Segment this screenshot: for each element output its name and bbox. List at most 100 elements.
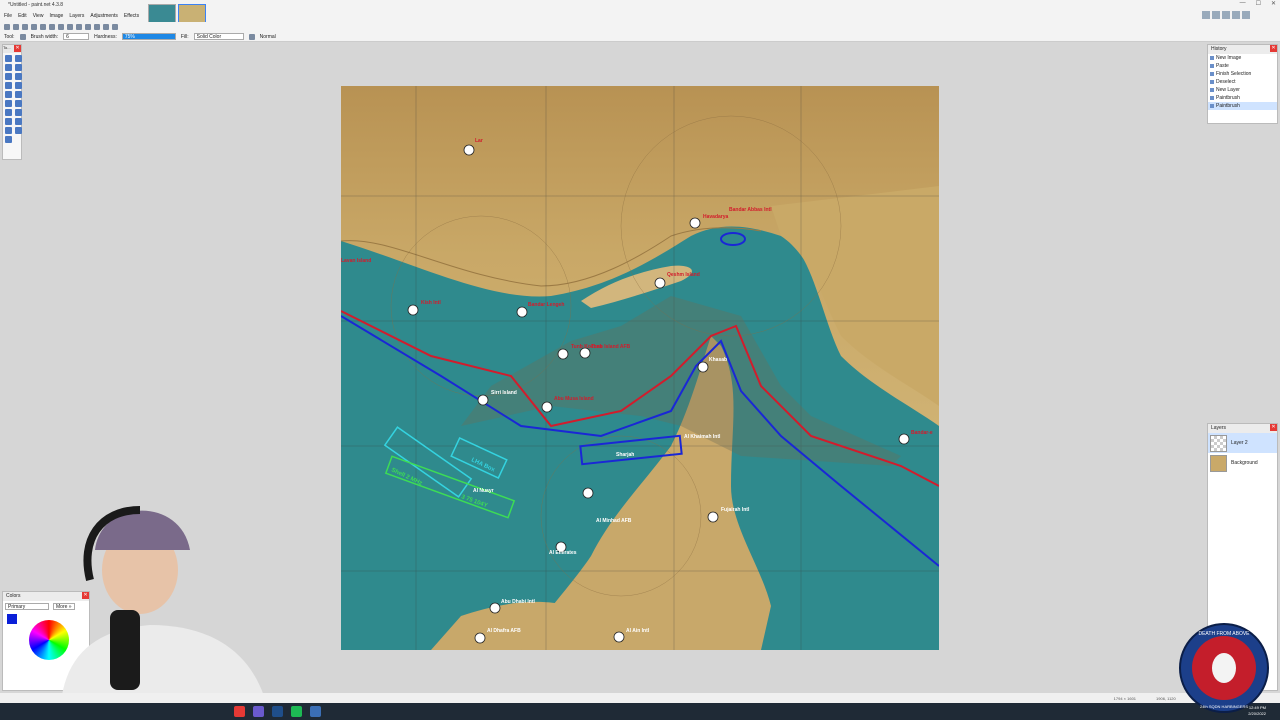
rect-select-icon[interactable] <box>5 55 12 62</box>
undo-icon[interactable] <box>85 24 91 30</box>
redo-icon[interactable] <box>94 24 100 30</box>
map-label: Al Khaimah Intl <box>684 434 721 440</box>
squadron-logo: DEATH FROM ABOVE 24th SQDN HARBINGERS <box>1178 622 1270 714</box>
layer-row[interactable]: Layer 2 <box>1208 433 1277 453</box>
menu-file[interactable]: File <box>4 13 12 19</box>
history-item[interactable]: Paste <box>1208 62 1277 70</box>
blend-mode-dropdown[interactable]: Normal <box>260 34 276 40</box>
close-button[interactable]: ✕ <box>1271 0 1276 7</box>
settings-icon[interactable] <box>1242 11 1250 19</box>
map-label: Lavan Island <box>341 258 371 264</box>
history-item[interactable]: Finish Selection <box>1208 70 1277 78</box>
history-item[interactable]: New Layer <box>1208 86 1277 94</box>
map-label: Al Nuayr <box>473 488 494 494</box>
paintnet-icon[interactable] <box>310 706 321 717</box>
antialias-icon[interactable] <box>248 33 255 40</box>
app-icon[interactable] <box>253 706 264 717</box>
map-label: Havadarya <box>703 214 729 220</box>
map-label: Bandar Abbas Intl <box>729 207 772 213</box>
map-label: Khasab <box>709 357 727 363</box>
app-icon[interactable] <box>272 706 283 717</box>
lasso-icon[interactable] <box>5 64 12 71</box>
layer-thumbnail <box>1210 434 1227 452</box>
history-item[interactable]: New Image <box>1208 54 1277 62</box>
menu-adjustments[interactable]: Adjustments <box>90 13 118 19</box>
close-icon[interactable]: ✕ <box>1270 424 1277 431</box>
hardness-slider[interactable]: 75% <box>121 33 176 40</box>
gradient-icon[interactable] <box>15 91 22 98</box>
map-label: Tunb Island AFB <box>591 344 631 350</box>
history-item[interactable]: Paintbrush <box>1208 102 1277 110</box>
window-title: *Untitled - paint.net 4.3.8 <box>8 2 64 8</box>
selection-size: 1906, 1120 <box>1156 695 1176 701</box>
layers-header: Layers ✕ <box>1208 424 1277 433</box>
menu-effects[interactable]: Effects <box>124 13 139 19</box>
magic-wand-icon[interactable] <box>5 82 12 89</box>
shapes-icon[interactable] <box>5 136 12 143</box>
line-icon[interactable] <box>15 127 22 134</box>
colors-toggle-icon[interactable] <box>1232 11 1240 19</box>
fill-dropdown[interactable]: Solid Color <box>193 33 244 40</box>
map-label: Al Minhad AFB <box>596 518 632 524</box>
map-label: Abu Musa Island <box>554 396 594 402</box>
text-icon[interactable] <box>5 127 12 134</box>
menu-layers[interactable]: Layers <box>69 13 84 19</box>
close-icon[interactable]: ✕ <box>14 45 21 52</box>
pencil-icon[interactable] <box>5 109 12 116</box>
map-image: Lar Bandar Abbas Intl Havadarya Lavan Is… <box>341 86 939 650</box>
open-icon[interactable] <box>13 24 19 30</box>
minimize-button[interactable]: — <box>1240 0 1246 7</box>
clone-icon[interactable] <box>5 118 12 125</box>
layers-title: Layers <box>1211 425 1227 431</box>
deselect-icon[interactable] <box>76 24 82 30</box>
move-icon[interactable] <box>15 55 22 62</box>
brush-width-field[interactable]: 6 <box>63 33 90 40</box>
history-toggle-icon[interactable] <box>1212 11 1220 19</box>
menu-edit[interactable]: Edit <box>18 13 27 19</box>
bucket-icon[interactable] <box>5 91 12 98</box>
map-label: Bandar-e <box>911 430 933 436</box>
menu-view[interactable]: View <box>33 13 44 19</box>
ruler-icon[interactable] <box>112 24 118 30</box>
tools-panel-title: To... <box>3 45 11 50</box>
history-title: History <box>1211 46 1227 52</box>
save-icon[interactable] <box>22 24 28 30</box>
new-icon[interactable] <box>4 24 10 30</box>
cut-icon[interactable] <box>40 24 46 30</box>
map-label: Fujairah Intl <box>721 507 750 513</box>
grid-icon[interactable] <box>103 24 109 30</box>
history-item[interactable]: Paintbrush <box>1208 94 1277 102</box>
recolor-icon[interactable] <box>15 118 22 125</box>
layer-name: Background <box>1231 460 1258 466</box>
history-item[interactable]: Deselect <box>1208 78 1277 86</box>
copy-icon[interactable] <box>49 24 55 30</box>
zoom-icon[interactable] <box>15 73 22 80</box>
move-selection-icon[interactable] <box>15 64 22 71</box>
map-label: Kish Intl <box>421 300 441 306</box>
print-icon[interactable] <box>31 24 37 30</box>
menu-image[interactable]: Image <box>49 13 63 19</box>
ellipse-select-icon[interactable] <box>5 73 12 80</box>
crop-icon[interactable] <box>67 24 73 30</box>
history-header: History ✕ <box>1208 45 1277 54</box>
maximize-button[interactable]: ☐ <box>1256 0 1261 7</box>
spotify-icon[interactable] <box>291 706 302 717</box>
canvas[interactable]: Lar Bandar Abbas Intl Havadarya Lavan Is… <box>341 86 939 650</box>
taskbar: 12:49 PM 2/20/2022 <box>0 703 1280 720</box>
map-label: Abu Dhabi Intl <box>501 599 535 605</box>
layer-row[interactable]: Background <box>1208 453 1277 473</box>
map-label: Sharjah <box>616 452 634 458</box>
paintbrush-icon[interactable] <box>19 33 26 40</box>
close-icon[interactable]: ✕ <box>1270 45 1277 52</box>
eraser-icon[interactable] <box>15 100 22 107</box>
map-label: Al Emirates <box>549 550 577 556</box>
app-icon[interactable] <box>234 706 245 717</box>
paintbrush-tool-icon[interactable] <box>5 100 12 107</box>
color-picker-icon[interactable] <box>15 109 22 116</box>
fill-label: Fill: <box>180 33 189 40</box>
tools-toggle-icon[interactable] <box>1202 11 1210 19</box>
tools-panel: To... ✕ <box>2 44 22 160</box>
layers-toggle-icon[interactable] <box>1222 11 1230 19</box>
paste-icon[interactable] <box>58 24 64 30</box>
pan-icon[interactable] <box>15 82 22 89</box>
